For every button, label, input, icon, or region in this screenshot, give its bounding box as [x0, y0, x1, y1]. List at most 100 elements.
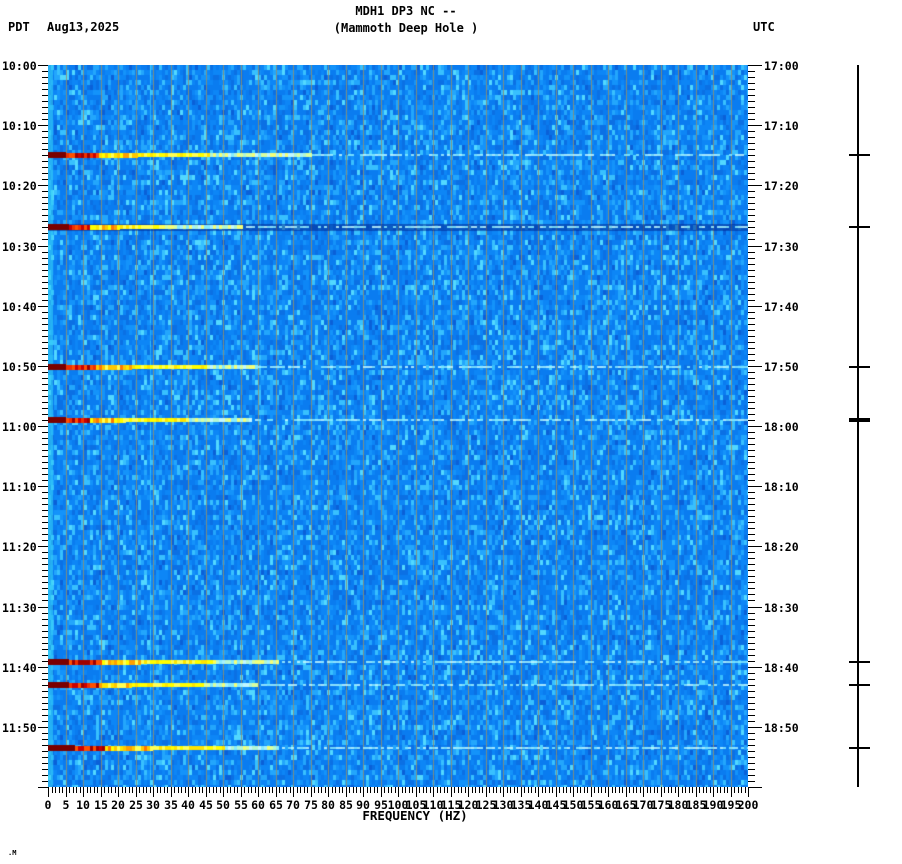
left-minor-tick: [42, 372, 48, 373]
right-minor-tick: [748, 468, 755, 469]
freq-minor-tick: [377, 787, 378, 793]
left-minor-tick: [42, 661, 48, 662]
right-minor-tick: [748, 438, 755, 439]
left-minor-tick: [42, 510, 48, 511]
right-minor-tick: [748, 342, 755, 343]
freq-major-tick: [346, 787, 347, 797]
freq-minor-tick: [647, 787, 648, 793]
right-minor-tick: [748, 119, 755, 120]
freq-minor-tick: [636, 787, 637, 793]
right-minor-tick: [748, 781, 755, 782]
freq-minor-tick: [664, 787, 665, 793]
left-minor-tick: [42, 558, 48, 559]
left-minor-tick: [42, 480, 48, 481]
left-time-label: 11:00: [2, 420, 37, 434]
freq-minor-tick: [426, 787, 427, 793]
right-minor-tick: [748, 715, 755, 716]
right-minor-tick: [748, 179, 755, 180]
freq-minor-tick: [706, 787, 707, 793]
timezone-left-label: PDT: [8, 20, 30, 34]
left-major-tick: [38, 607, 48, 608]
freq-minor-tick: [360, 787, 361, 793]
right-time-label: 18:20: [764, 540, 799, 554]
freq-minor-tick: [244, 787, 245, 793]
left-minor-tick: [42, 631, 48, 632]
right-major-tick: [748, 607, 762, 608]
freq-minor-tick: [542, 787, 543, 793]
freq-major-tick: [398, 787, 399, 797]
right-minor-tick: [748, 691, 755, 692]
freq-minor-tick: [269, 787, 270, 793]
freq-minor-tick: [367, 787, 368, 793]
right-minor-tick: [748, 131, 755, 132]
freq-major-tick: [591, 787, 592, 797]
left-minor-tick: [42, 516, 48, 517]
right-minor-tick: [748, 450, 755, 451]
freq-minor-tick: [430, 787, 431, 793]
right-minor-tick: [748, 643, 755, 644]
right-time-label: 17:00: [764, 59, 799, 73]
left-minor-tick: [42, 594, 48, 595]
freq-minor-tick: [76, 787, 77, 793]
right-minor-tick: [748, 107, 755, 108]
left-major-tick: [38, 306, 48, 307]
left-minor-tick: [42, 522, 48, 523]
freq-minor-tick: [517, 787, 518, 793]
freq-minor-tick: [402, 787, 403, 793]
right-minor-tick: [748, 594, 755, 595]
freq-minor-tick: [657, 787, 658, 793]
freq-minor-tick: [629, 787, 630, 793]
freq-major-tick: [206, 787, 207, 797]
freq-minor-tick: [633, 787, 634, 793]
right-minor-tick: [748, 384, 755, 385]
freq-minor-tick: [668, 787, 669, 793]
freq-minor-tick: [300, 787, 301, 793]
right-minor-tick: [748, 264, 755, 265]
freq-major-tick: [416, 787, 417, 797]
chart-title: MDH1 DP3 NC --: [355, 4, 457, 18]
freq-minor-tick: [216, 787, 217, 793]
left-time-label: 10:00: [2, 59, 37, 73]
freq-minor-tick: [139, 787, 140, 793]
right-minor-tick: [748, 396, 755, 397]
right-minor-tick: [748, 673, 755, 674]
left-minor-tick: [42, 582, 48, 583]
right-minor-tick: [748, 745, 755, 746]
freq-minor-tick: [195, 787, 196, 793]
freq-minor-tick: [440, 787, 441, 793]
right-minor-tick: [748, 420, 755, 421]
left-time-label: 11:40: [2, 661, 37, 675]
left-minor-tick: [42, 414, 48, 415]
x-axis-title: FREQUENCY (HZ): [362, 808, 468, 823]
right-time-label: 18:10: [764, 480, 799, 494]
freq-minor-tick: [213, 787, 214, 793]
freq-minor-tick: [710, 787, 711, 793]
freq-minor-tick: [160, 787, 161, 793]
left-minor-tick: [42, 95, 48, 96]
freq-minor-tick: [465, 787, 466, 793]
left-minor-tick: [42, 625, 48, 626]
left-minor-tick: [42, 498, 48, 499]
freq-minor-tick: [59, 787, 60, 793]
freq-minor-tick: [615, 787, 616, 793]
right-major-tick: [748, 546, 762, 547]
right-minor-tick: [748, 270, 755, 271]
right-minor-tick: [748, 528, 755, 529]
right-minor-tick: [748, 709, 755, 710]
freq-minor-tick: [125, 787, 126, 793]
freq-minor-tick: [384, 787, 385, 793]
freq-minor-tick: [594, 787, 595, 793]
freq-minor-tick: [62, 787, 63, 793]
left-minor-tick: [42, 691, 48, 692]
right-major-tick: [748, 727, 762, 728]
left-minor-tick: [42, 564, 48, 565]
right-minor-tick: [748, 83, 755, 84]
right-minor-tick: [748, 456, 755, 457]
freq-minor-tick: [724, 787, 725, 793]
left-major-tick: [38, 486, 48, 487]
freq-minor-tick: [482, 787, 483, 793]
freq-minor-tick: [703, 787, 704, 793]
left-minor-tick: [42, 673, 48, 674]
freq-major-tick: [661, 787, 662, 797]
left-minor-tick: [42, 576, 48, 577]
